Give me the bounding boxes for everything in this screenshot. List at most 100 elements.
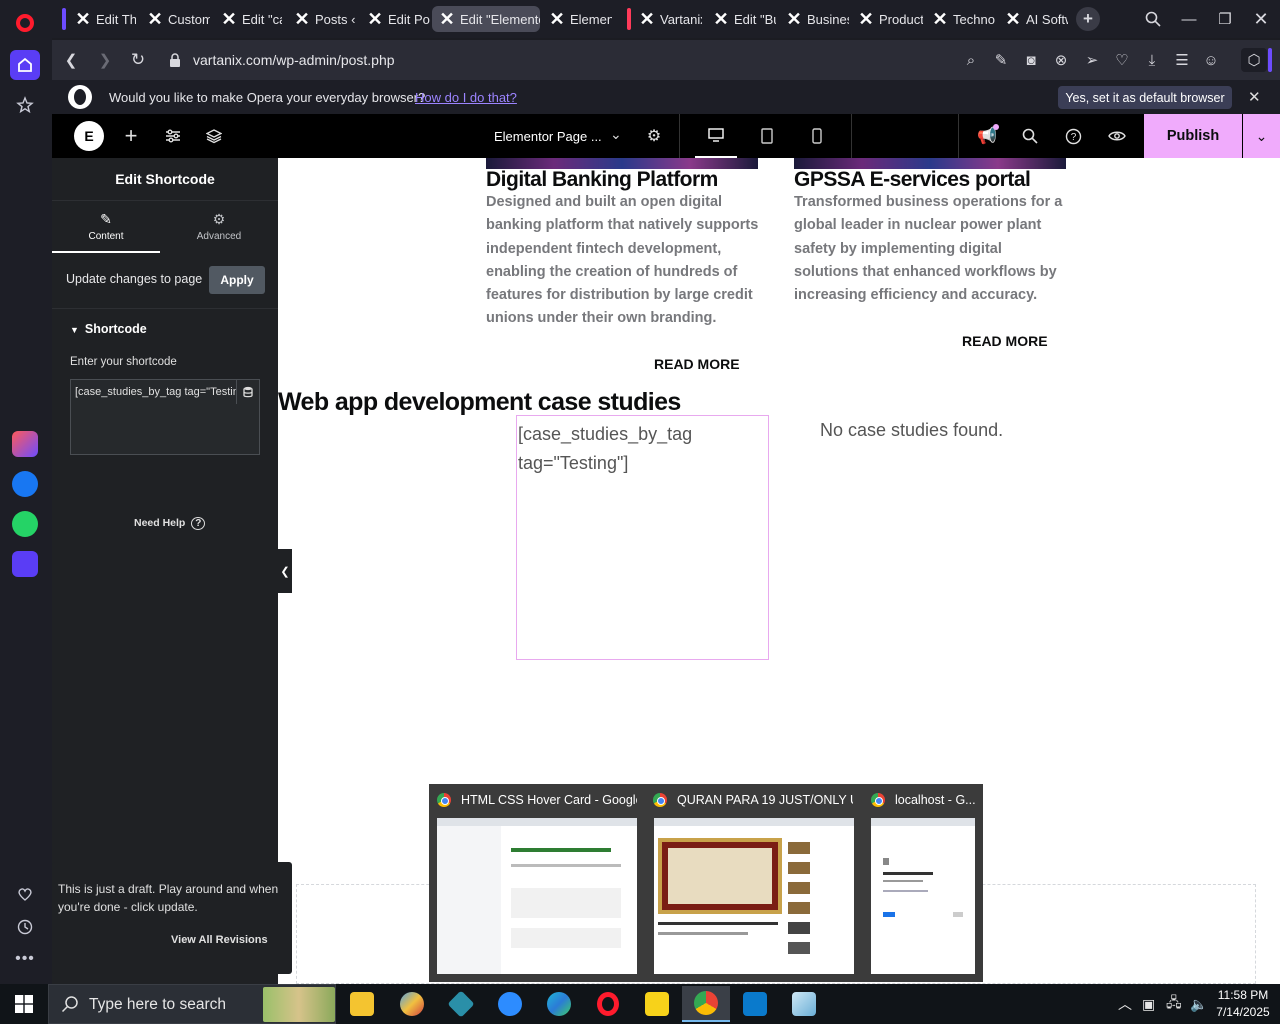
dynamic-tags-database-icon[interactable] bbox=[236, 380, 259, 404]
restore-icon[interactable]: ❐ bbox=[1211, 6, 1239, 32]
mobile-view-icon[interactable] bbox=[796, 114, 838, 158]
messenger-icon[interactable] bbox=[10, 469, 40, 499]
aria-app-icon[interactable] bbox=[10, 429, 40, 459]
need-help-link[interactable]: Need Help ? bbox=[134, 517, 206, 530]
music-player-icon[interactable] bbox=[10, 549, 40, 579]
sidebar-indicator bbox=[1268, 48, 1272, 72]
publish-button[interactable]: Publish bbox=[1144, 114, 1242, 158]
vscode-icon[interactable] bbox=[731, 986, 779, 1022]
network-icon[interactable]: 🖧 bbox=[1166, 984, 1182, 1024]
shortcode-textarea[interactable] bbox=[70, 379, 260, 455]
page-settings-gear-icon[interactable]: ⚙ bbox=[643, 125, 665, 147]
easy-setup-icon[interactable]: ☰ bbox=[1171, 50, 1193, 70]
heart-icon[interactable] bbox=[10, 879, 40, 909]
help-icon[interactable]: ? bbox=[1062, 125, 1084, 147]
shortcode-widget[interactable]: [case_studies_by_tag tag="Testing"] bbox=[516, 415, 769, 660]
meet-now-icon[interactable]: ▣ bbox=[1142, 984, 1155, 1024]
chrome-icon bbox=[653, 793, 667, 807]
download-icon[interactable]: ⤓ bbox=[1141, 50, 1163, 70]
browser-tab[interactable]: ✕ Busines bbox=[779, 6, 849, 32]
new-tab-plus-icon[interactable]: + bbox=[1076, 7, 1100, 31]
whatsapp-icon[interactable] bbox=[10, 509, 40, 539]
browser-tab[interactable]: ✕ Product bbox=[851, 6, 923, 32]
structure-layers-icon[interactable] bbox=[203, 125, 225, 147]
show-hidden-icons-chevron-icon[interactable]: ︿ bbox=[1118, 984, 1132, 1024]
desktop-view-icon[interactable] bbox=[695, 114, 737, 158]
read-more-link[interactable]: READ MORE bbox=[654, 356, 740, 372]
divider bbox=[851, 114, 852, 158]
extensions-cube-icon[interactable]: ⬡ bbox=[1241, 48, 1267, 72]
home-icon[interactable] bbox=[10, 50, 40, 80]
opera-menu-icon[interactable] bbox=[10, 8, 40, 38]
block-ads-icon[interactable]: ⊗ bbox=[1050, 50, 1072, 70]
more-icon[interactable]: ••• bbox=[10, 944, 40, 974]
tablet-view-icon[interactable] bbox=[746, 114, 788, 158]
tab-advanced[interactable]: ⚙ Advanced bbox=[165, 201, 273, 253]
app-tool-icon[interactable] bbox=[780, 986, 828, 1022]
heart-icon[interactable]: ♡ bbox=[1111, 50, 1133, 70]
browser-tab[interactable]: ✕Element bbox=[542, 6, 612, 32]
minimize-icon[interactable]: — bbox=[1175, 6, 1203, 32]
system-clock[interactable]: 11:58 PM 7/14/2025 bbox=[1212, 987, 1274, 1021]
page-title[interactable]: Elementor Page ... bbox=[494, 129, 602, 144]
opera-icon[interactable] bbox=[584, 986, 632, 1022]
browser-tab[interactable]: ✕Vartanix bbox=[632, 6, 702, 32]
taskbar-search-box[interactable]: Type here to search bbox=[48, 984, 336, 1024]
add-element-plus-icon[interactable]: + bbox=[120, 123, 142, 148]
how-do-i-link[interactable]: How do I do that? bbox=[415, 90, 517, 105]
browser-tab[interactable]: ✕ Custom bbox=[140, 6, 210, 32]
search-page-icon[interactable]: ⌕ bbox=[960, 50, 982, 70]
site-settings-sliders-icon[interactable] bbox=[162, 125, 184, 147]
shortcode-section-toggle[interactable]: ▼ Shortcode bbox=[70, 322, 147, 336]
browser-tab[interactable]: ✕Edit Pos bbox=[360, 6, 430, 32]
reload-icon[interactable]: ↻ bbox=[127, 50, 149, 70]
close-icon[interactable]: ✕ bbox=[1248, 88, 1261, 106]
close-window-icon[interactable]: ✕ bbox=[1247, 6, 1275, 32]
browser-tab[interactable]: ✕AI Softw bbox=[998, 6, 1068, 32]
browser-tab-active[interactable]: ✕ Edit "Elemento bbox=[432, 6, 540, 32]
file-explorer-icon[interactable] bbox=[338, 986, 386, 1022]
read-more-link[interactable]: READ MORE bbox=[962, 333, 1048, 349]
browser-tab[interactable]: ✕ Technol bbox=[925, 6, 995, 32]
edit-icon[interactable]: ✎ bbox=[990, 50, 1012, 70]
view-all-revisions-link[interactable]: View All Revisions bbox=[171, 934, 268, 946]
elementor-logo-icon[interactable]: E bbox=[74, 121, 104, 151]
back-icon[interactable]: ❮ bbox=[60, 50, 82, 70]
window-thumbnail[interactable]: QURAN PARA 19 JUST/ONLY U... bbox=[645, 784, 861, 982]
apply-button[interactable]: Apply bbox=[209, 266, 265, 294]
zoom-icon[interactable] bbox=[486, 986, 534, 1022]
set-default-button[interactable]: Yes, set it as default browser bbox=[1058, 86, 1232, 109]
section-heading[interactable]: Web app development case studies bbox=[278, 388, 681, 417]
edge-icon[interactable] bbox=[535, 986, 583, 1022]
window-thumbnail[interactable]: localhost - G... bbox=[863, 784, 983, 982]
tab-search-icon[interactable] bbox=[1139, 6, 1167, 32]
chrome-icon[interactable] bbox=[682, 986, 730, 1022]
browser-tab[interactable]: ✕ Edit "ca bbox=[214, 6, 282, 32]
chevron-down-icon[interactable]: ⌄ bbox=[610, 126, 622, 143]
case-study-title[interactable]: Digital Banking Platform bbox=[486, 168, 718, 192]
forward-icon[interactable]: ❯ bbox=[94, 50, 116, 70]
search-placeholder: Type here to search bbox=[89, 996, 226, 1013]
case-study-title[interactable]: GPSSA E-services portal bbox=[794, 168, 1031, 192]
browser-tab[interactable]: ✕ Edit "Bu bbox=[706, 6, 776, 32]
publish-options-chevron-icon[interactable]: ⌄ bbox=[1243, 114, 1280, 158]
url-text[interactable]: vartanix.com/wp-admin/post.php bbox=[193, 52, 395, 68]
collapse-panel-chevron-icon[interactable]: ❮ bbox=[278, 549, 292, 593]
window-thumbnail[interactable]: HTML CSS Hover Card - Google... bbox=[429, 784, 645, 982]
wordpress-x-icon: ✕ bbox=[75, 8, 91, 29]
browser-tab[interactable]: ✕Posts ‹ V bbox=[287, 6, 357, 32]
browser-tab[interactable]: ✕Edit The bbox=[68, 6, 136, 32]
paint-app-icon[interactable] bbox=[388, 986, 436, 1022]
windows-start-icon[interactable] bbox=[0, 984, 48, 1024]
finder-search-icon[interactable] bbox=[1019, 125, 1041, 147]
history-icon[interactable] bbox=[10, 912, 40, 942]
sticky-notes-icon[interactable] bbox=[633, 986, 681, 1022]
star-icon[interactable] bbox=[10, 90, 40, 120]
profile-icon[interactable]: ☺ bbox=[1200, 50, 1222, 70]
preview-eye-icon[interactable] bbox=[1106, 125, 1128, 147]
camera-icon[interactable]: ◙ bbox=[1020, 50, 1042, 70]
app-diamond-icon[interactable] bbox=[437, 986, 485, 1022]
send-icon[interactable]: ➢ bbox=[1081, 50, 1103, 70]
tab-content[interactable]: ✎ Content bbox=[52, 201, 160, 253]
volume-icon[interactable]: 🔈 bbox=[1190, 984, 1207, 1024]
